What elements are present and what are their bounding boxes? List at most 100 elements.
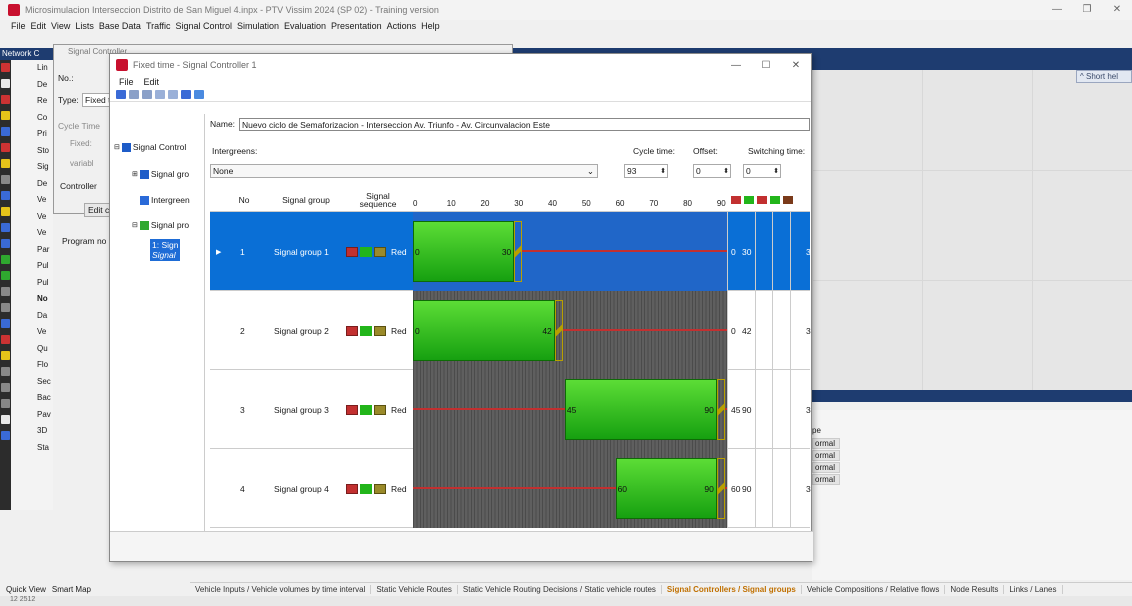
list-tab[interactable]: Signal Controllers / Signal groups: [662, 585, 802, 594]
network-object-icon[interactable]: [1, 431, 10, 440]
list-tab[interactable]: Static Vehicle Routes: [371, 585, 458, 594]
list-tab[interactable]: Node Results: [945, 585, 1005, 594]
redo-icon[interactable]: [142, 90, 152, 99]
row-sequence[interactable]: Red: [346, 291, 407, 370]
network-object-icon[interactable]: [1, 351, 10, 360]
tree-node-intergreen[interactable]: Intergreen: [140, 195, 190, 205]
network-object-icon[interactable]: [1, 415, 10, 424]
network-object-icon[interactable]: [1, 63, 10, 72]
menu-file[interactable]: File: [119, 77, 134, 87]
network-object-item[interactable]: Da: [11, 308, 53, 325]
undo-icon[interactable]: [129, 90, 139, 99]
green-interval[interactable]: 60 90: [615, 458, 717, 519]
spinner-icon[interactable]: ⬍: [660, 165, 666, 178]
network-object-icon[interactable]: [1, 335, 10, 344]
network-object-icon[interactable]: [1, 287, 10, 296]
network-object-item[interactable]: Ve: [11, 192, 53, 209]
menu-simulation[interactable]: Simulation: [237, 21, 279, 31]
network-object-item[interactable]: Re: [11, 93, 53, 110]
menu-file[interactable]: File: [11, 21, 26, 31]
grid-icon[interactable]: [181, 90, 191, 99]
expand-icon[interactable]: ⊞: [132, 170, 138, 178]
green-interval[interactable]: 0 30: [413, 221, 515, 282]
short-help-button[interactable]: ^ Short hel: [1076, 70, 1132, 83]
green-interval[interactable]: 45 90: [564, 379, 717, 440]
network-object-icon[interactable]: [1, 127, 10, 136]
network-object-icon[interactable]: [1, 223, 10, 232]
network-object-item[interactable]: Ve: [11, 324, 53, 341]
row-timeline[interactable]: 60 90: [413, 449, 727, 528]
table-row[interactable]: 2 Signal group 2 Red 0 42 0 42 3: [210, 291, 811, 370]
menu-edit[interactable]: Edit: [144, 77, 160, 87]
row-sequence[interactable]: Red: [346, 370, 407, 449]
horizontal-scrollbar[interactable]: [110, 531, 813, 561]
name-input[interactable]: Nuevo ciclo de Semaforizacion - Intersec…: [239, 117, 810, 131]
restore-icon[interactable]: ❐: [1072, 0, 1102, 20]
list-tab[interactable]: Static Vehicle Routing Decisions / Stati…: [458, 585, 662, 594]
network-object-item[interactable]: Ve: [11, 209, 53, 226]
network-object-item[interactable]: Sto: [11, 143, 53, 160]
collapse-icon[interactable]: ⊟: [132, 221, 138, 229]
network-object-item[interactable]: Pav: [11, 407, 53, 424]
network-object-icon[interactable]: [1, 367, 10, 376]
network-object-item[interactable]: Ve: [11, 225, 53, 242]
maximize-icon[interactable]: ☐: [751, 60, 781, 71]
list-item[interactable]: ormal: [812, 438, 840, 449]
network-object-item[interactable]: Sec: [11, 374, 53, 391]
spinner-icon[interactable]: ⬍: [723, 165, 729, 178]
row-sequence[interactable]: Red: [346, 212, 407, 291]
network-object-icon[interactable]: [1, 319, 10, 328]
network-object-icon[interactable]: [1, 175, 10, 184]
network-object-icon[interactable]: [1, 255, 10, 264]
network-object-icon[interactable]: [1, 271, 10, 280]
network-object-icon[interactable]: [1, 79, 10, 88]
collapse-icon[interactable]: ⊟: [114, 143, 120, 151]
variable-radio[interactable]: variabl: [70, 159, 94, 168]
tree-node-signal-controller[interactable]: ⊟ Signal Control: [114, 142, 186, 152]
network-object-item[interactable]: Lin: [11, 60, 53, 77]
row-timeline[interactable]: 0 42: [413, 291, 727, 370]
network-object-item[interactable]: Sig: [11, 159, 53, 176]
list-item[interactable]: ormal: [812, 474, 840, 485]
arrow-left-icon[interactable]: [155, 90, 165, 99]
network-object-icon[interactable]: [1, 191, 10, 200]
menu-help[interactable]: Help: [421, 21, 440, 31]
menu-traffic[interactable]: Traffic: [146, 21, 171, 31]
network-object-item[interactable]: Sta: [11, 440, 53, 457]
menu-presentation[interactable]: Presentation: [331, 21, 382, 31]
minimize-icon[interactable]: —: [1042, 0, 1072, 20]
menu-base-data[interactable]: Base Data: [99, 21, 141, 31]
network-object-item[interactable]: Bac: [11, 390, 53, 407]
switching-time-input[interactable]: 0 ⬍: [743, 164, 781, 178]
list-item[interactable]: ormal: [812, 462, 840, 473]
network-object-item[interactable]: Qu: [11, 341, 53, 358]
table-row[interactable]: 4 Signal group 4 Red 60 90 60 90 3: [210, 449, 811, 528]
close-icon[interactable]: ✕: [781, 60, 811, 71]
intergreens-select[interactable]: None ⌄: [210, 164, 598, 178]
network-object-icon[interactable]: [1, 111, 10, 120]
chevron-down-icon[interactable]: ⌄: [587, 165, 594, 178]
menu-evaluation[interactable]: Evaluation: [284, 21, 326, 31]
row-sequence[interactable]: Red: [346, 449, 407, 528]
menu-actions[interactable]: Actions: [387, 21, 417, 31]
network-object-icon[interactable]: [1, 143, 10, 152]
table-row[interactable]: ▶ 1 Signal group 1 Red 0 30 0 30 3: [210, 212, 811, 291]
network-object-icon[interactable]: [1, 239, 10, 248]
close-icon[interactable]: ✕: [1102, 0, 1132, 20]
spinner-icon[interactable]: ⬍: [773, 165, 779, 178]
tree-node-program-1[interactable]: 1: Sign Signal: [150, 239, 181, 261]
list-tab[interactable]: Vehicle Compositions / Relative flows: [802, 585, 946, 594]
network-object-item[interactable]: Pul: [11, 258, 53, 275]
network-object-icon[interactable]: [1, 95, 10, 104]
network-object-item[interactable]: Par: [11, 242, 53, 259]
green-interval[interactable]: 0 42: [413, 300, 555, 361]
arrow-right-icon[interactable]: [168, 90, 178, 99]
table-row[interactable]: 3 Signal group 3 Red 45 90 45 90 3: [210, 370, 811, 449]
network-object-item[interactable]: De: [11, 77, 53, 94]
row-timeline[interactable]: 0 30: [413, 212, 727, 291]
tree-node-signal-groups[interactable]: ⊞ Signal gro: [132, 169, 189, 179]
network-object-icon[interactable]: [1, 303, 10, 312]
network-object-item[interactable]: Pul: [11, 275, 53, 292]
network-object-item[interactable]: Co: [11, 110, 53, 127]
network-object-icon[interactable]: [1, 207, 10, 216]
